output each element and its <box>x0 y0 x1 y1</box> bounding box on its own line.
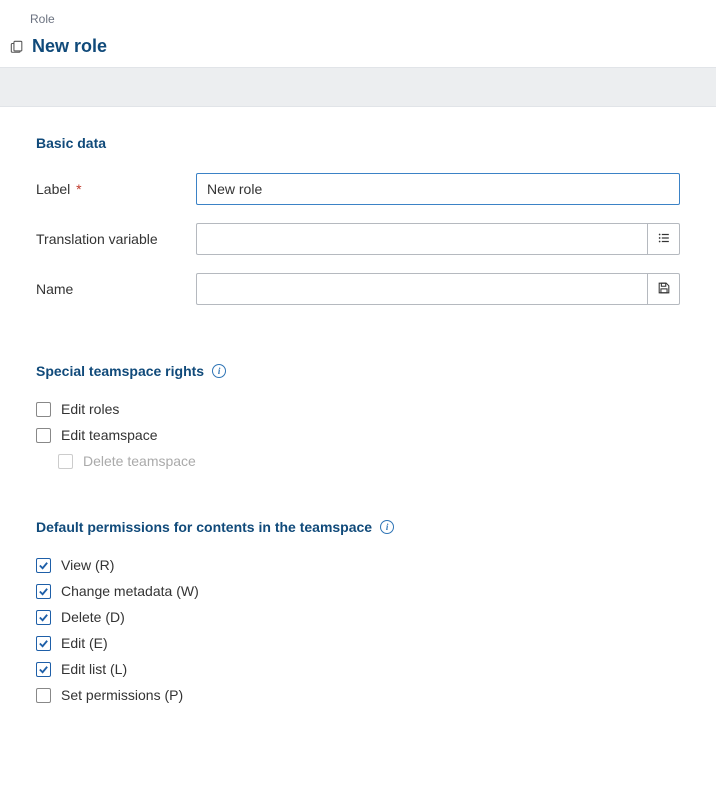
special-right-row: Edit teamspace <box>36 427 680 443</box>
label-name: Name <box>36 281 196 297</box>
permission-checkbox[interactable] <box>36 558 51 573</box>
page-title: New role <box>32 36 107 57</box>
name-save-button[interactable] <box>648 273 680 305</box>
info-icon[interactable]: i <box>380 520 394 534</box>
permission-label: Change metadata (W) <box>61 583 199 599</box>
toolbar-bar <box>0 67 716 107</box>
permission-label: Edit (E) <box>61 635 108 651</box>
name-input[interactable] <box>196 273 648 305</box>
special-right-label: Edit teamspace <box>61 427 158 443</box>
special-right-checkbox <box>58 454 73 469</box>
permission-row: Delete (D) <box>36 609 680 625</box>
permission-row: Change metadata (W) <box>36 583 680 599</box>
translation-variable-input[interactable] <box>196 223 648 255</box>
field-row-name: Name <box>36 273 680 305</box>
permission-label: Edit list (L) <box>61 661 127 677</box>
permission-row: Edit (E) <box>36 635 680 651</box>
section-special-rights-label: Special teamspace rights <box>36 363 204 379</box>
copy-icon <box>10 40 24 54</box>
required-marker: * <box>76 181 81 197</box>
special-right-checkbox[interactable] <box>36 402 51 417</box>
permission-row: View (R) <box>36 557 680 573</box>
permission-checkbox[interactable] <box>36 610 51 625</box>
special-right-checkbox[interactable] <box>36 428 51 443</box>
page-title-row: New role <box>0 30 716 67</box>
list-icon <box>657 231 671 248</box>
label-label: Label <box>36 181 70 197</box>
section-default-permissions-label: Default permissions for contents in the … <box>36 519 372 535</box>
field-row-label: Label * <box>36 173 680 205</box>
label-input[interactable] <box>196 173 680 205</box>
breadcrumb: Role <box>0 0 716 30</box>
special-right-label: Edit roles <box>61 401 119 417</box>
label-translation-variable: Translation variable <box>36 231 196 247</box>
permission-label: Delete (D) <box>61 609 125 625</box>
permission-label: Set permissions (P) <box>61 687 183 703</box>
permission-checkbox[interactable] <box>36 688 51 703</box>
section-basic-data-title: Basic data <box>36 135 680 151</box>
section-special-rights-title: Special teamspace rights i <box>36 363 680 379</box>
permission-label: View (R) <box>61 557 114 573</box>
permission-checkbox[interactable] <box>36 662 51 677</box>
info-icon[interactable]: i <box>212 364 226 378</box>
special-right-row: Delete teamspace <box>58 453 680 469</box>
translation-list-button[interactable] <box>648 223 680 255</box>
permission-row: Edit list (L) <box>36 661 680 677</box>
permission-checkbox[interactable] <box>36 584 51 599</box>
permission-checkbox[interactable] <box>36 636 51 651</box>
section-default-permissions-title: Default permissions for contents in the … <box>36 519 680 535</box>
permission-row: Set permissions (P) <box>36 687 680 703</box>
save-icon <box>657 281 671 298</box>
special-right-label: Delete teamspace <box>83 453 196 469</box>
special-right-row: Edit roles <box>36 401 680 417</box>
field-row-translation: Translation variable <box>36 223 680 255</box>
